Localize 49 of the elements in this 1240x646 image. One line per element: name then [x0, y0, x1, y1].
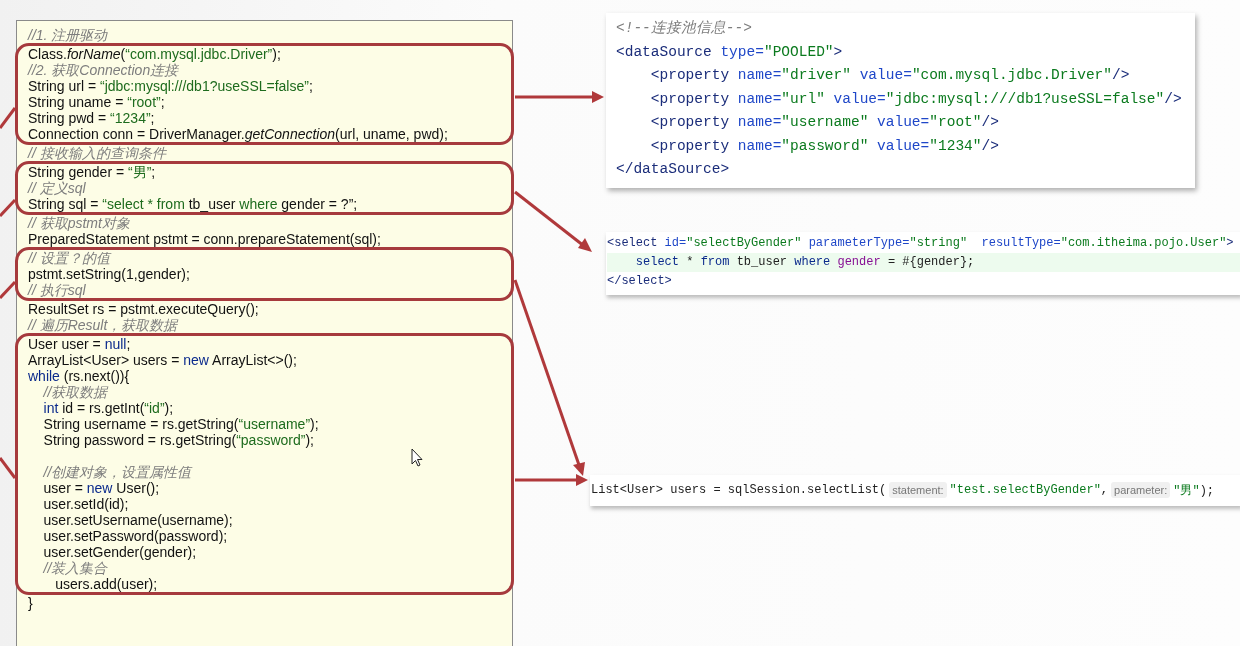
code-line: ResultSet rs = pstmt.executeQuery(); — [28, 301, 259, 317]
code-line: <dataSource type="POOLED"> — [616, 42, 844, 62]
code-line: String gender = “男”; — [28, 164, 156, 180]
code-line: <!--连接池信息--> — [616, 19, 753, 38]
code-line: // 定义sql — [28, 180, 86, 196]
code-line: // 设置？的值 — [28, 250, 110, 266]
code-line: Connection conn = DriverManager.getConnection(url, uname, pwd); — [28, 126, 448, 142]
code-line: String sql = “select * from tb_user where gender = ?”; — [28, 196, 358, 212]
parameter-hint: parameter: — [1111, 482, 1171, 498]
code-line: ArrayList<User> users = new ArrayList<>(); — [28, 352, 297, 368]
code-line: //装入集合 — [42, 560, 108, 576]
code-line: String password = rs.getString(“password”); — [42, 432, 314, 448]
code-line: <property name="username" value="root"/> — [649, 113, 1000, 132]
code-line: PreparedStatement pstmt = conn.prepareStatement(sql); — [28, 231, 381, 247]
code-line: <property name="url" value="jdbc:mysql:///db1?useSSL=false"/> — [649, 89, 1183, 109]
code-line: //创建对象，设置属性值 — [42, 464, 192, 480]
code-line: <property name="password" value="1234"/> — [649, 136, 1000, 156]
code-line: user.setId(id); — [42, 496, 129, 512]
code-line: </select> — [607, 272, 673, 290]
code-line: pstmt.setString(1,gender); — [28, 266, 190, 282]
code-line: String username = rs.getString(“username”); — [42, 416, 319, 432]
code-line: </dataSource> — [616, 160, 731, 179]
code-line: String pwd = “1234”; — [28, 110, 155, 126]
code-line: String uname = “root”; — [28, 94, 165, 110]
code-line: user.setUsername(username); — [42, 512, 233, 528]
code-line: user.setPassword(password); — [42, 528, 228, 544]
code-line: <property name="driver" value="com.mysql.jdbc.Driver"/> — [649, 66, 1131, 85]
code-line: // 接收输入的查询条件 — [28, 145, 166, 161]
code-text: "test.selectByGender", — [949, 483, 1109, 497]
code-line: } — [28, 595, 33, 611]
code-line: Class.forName(“com.mysql.jdbc.Driver”); — [28, 46, 281, 62]
code-line: // 获取pstmt对象 — [28, 215, 130, 231]
code-line: users.add(user); — [54, 576, 158, 592]
code-line: user.setGender(gender); — [42, 544, 197, 560]
code-line: String url = “jdbc:mysql:///db1?useSSL=false”; — [28, 78, 313, 94]
code-line: //获取数据 — [42, 384, 108, 400]
code-line: while (rs.next()){ — [28, 368, 130, 384]
code-text: "男"); — [1173, 482, 1215, 499]
code-line: User user = null; — [28, 336, 131, 352]
cursor-icon — [411, 448, 423, 467]
code-line: <select id="selectByGender" parameterType="string" resultType="com.itheima.pojo.User"> — [607, 234, 1235, 252]
code-text: List<User> users = sqlSession.selectList( — [591, 483, 887, 497]
parameter-hint: statement: — [889, 482, 947, 498]
code-line: int id = rs.getInt(“id”); — [42, 400, 174, 416]
code-line: user = new User(); — [42, 480, 160, 496]
code-line: //2. 获取Connection连接 — [28, 62, 179, 78]
code-line: // 遍历Result，获取数据 — [28, 317, 178, 333]
code-line: //1. 注册驱动 — [28, 27, 108, 43]
code-line: // 执行sql — [28, 282, 86, 298]
